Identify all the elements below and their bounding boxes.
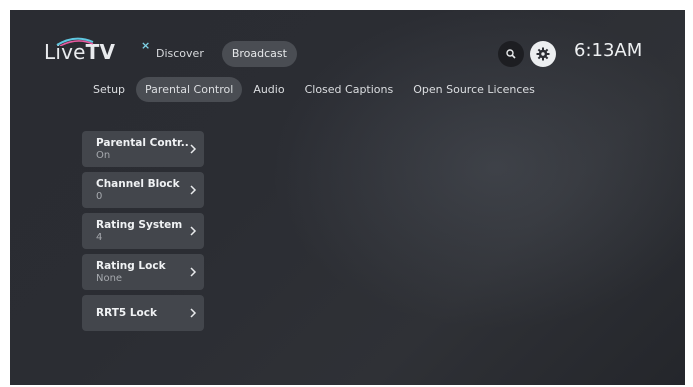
- menu-item-label: Channel Block: [96, 178, 180, 190]
- menu-item-label: Parental Contr..: [96, 137, 189, 149]
- tab-setup[interactable]: Setup: [84, 77, 134, 102]
- settings-button[interactable]: [530, 41, 556, 67]
- menu-item-rrt5-lock[interactable]: RRT5 Lock: [82, 295, 204, 331]
- menu-item-channel-block[interactable]: Channel Block 0: [82, 172, 204, 208]
- menu-item-value: On: [96, 150, 111, 161]
- chevron-right-icon: [190, 226, 197, 236]
- menu-item-parental-control[interactable]: Parental Contr.. On: [82, 131, 204, 167]
- clock: 6:13AM: [574, 40, 643, 61]
- tab-audio[interactable]: Audio: [244, 77, 293, 102]
- logo-rainbow-arc-icon: [56, 37, 94, 46]
- tab-open-source-licences[interactable]: Open Source Licences: [404, 77, 544, 102]
- search-button[interactable]: [498, 41, 524, 67]
- menu-item-value: 0: [96, 191, 103, 202]
- chevron-right-icon: [190, 144, 197, 154]
- menu-item-rating-system[interactable]: Rating System 4: [82, 213, 204, 249]
- menu-item-label: Rating Lock: [96, 260, 166, 272]
- menu-item-label: RRT5 Lock: [96, 307, 157, 319]
- chevron-right-icon: [190, 308, 197, 318]
- menu-item-value: None: [96, 273, 123, 284]
- tv-screen: LiveTV × Discover Broadcast 6:13AM Setup…: [10, 10, 685, 385]
- chevron-right-icon: [190, 267, 197, 277]
- tab-parental-control[interactable]: Parental Control: [136, 77, 243, 102]
- menu-item-rating-lock[interactable]: Rating Lock None: [82, 254, 204, 290]
- tab-closed-captions[interactable]: Closed Captions: [296, 77, 403, 102]
- tab-broadcast[interactable]: Broadcast: [221, 41, 297, 67]
- top-nav: Discover Broadcast: [146, 41, 297, 67]
- search-icon: [506, 49, 516, 59]
- menu-item-value: 4: [96, 232, 103, 243]
- brand-logo: LiveTV ×: [44, 37, 150, 66]
- chevron-right-icon: [190, 185, 197, 195]
- tab-discover[interactable]: Discover: [146, 41, 214, 67]
- menu-item-label: Rating System: [96, 219, 183, 231]
- parental-control-menu: Parental Contr.. On Channel Block 0 Rati…: [82, 131, 204, 336]
- gear-icon: [536, 47, 550, 61]
- settings-subnav: Setup Parental Control Audio Closed Capt…: [84, 77, 544, 102]
